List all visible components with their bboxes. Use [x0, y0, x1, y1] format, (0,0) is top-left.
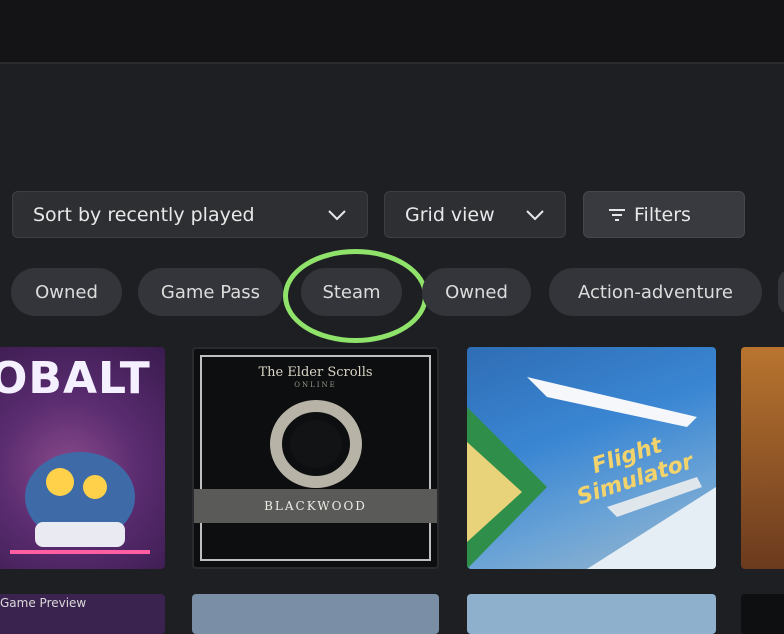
chip-game-pass[interactable]: Game Pass	[138, 268, 283, 316]
chip-label: Game Pass	[160, 281, 261, 303]
robot-artwork	[10, 452, 150, 554]
chevron-down-icon	[525, 204, 545, 226]
filters-button[interactable]: Filters	[583, 191, 745, 238]
chip-action-adventure[interactable]: Action-adventure	[549, 268, 762, 316]
divider	[0, 62, 784, 64]
chip-label: Owned	[445, 281, 508, 303]
game-banner: BLACKWOOD	[194, 489, 437, 523]
game-tile[interactable]	[192, 594, 439, 634]
game-title: The Elder Scrolls	[258, 365, 373, 380]
game-tile-elder-scrolls[interactable]: The Elder Scrolls ONLINE BLACKWOOD	[192, 347, 439, 569]
view-label: Grid view	[405, 203, 495, 226]
highlight-ring	[283, 249, 428, 343]
filters-label: Filters	[634, 203, 691, 226]
game-subtitle: ONLINE	[294, 381, 337, 389]
chip-label: Owned	[35, 281, 98, 303]
chip-owned-2[interactable]: Owned	[422, 268, 531, 316]
sort-label: Sort by recently played	[33, 203, 255, 226]
top-bar	[0, 0, 784, 62]
game-tile-partial[interactable]	[741, 347, 784, 569]
game-preview-label: Game Preview	[0, 596, 87, 610]
chip-label: Action-adventure	[577, 281, 733, 303]
game-tile-cobalt[interactable]: OBALT	[0, 347, 165, 569]
sort-dropdown[interactable]: Sort by recently played	[12, 191, 368, 238]
game-tile-flight-simulator[interactable]: Flight Simulator	[467, 347, 716, 569]
view-dropdown[interactable]: Grid view	[384, 191, 566, 238]
game-tile[interactable]	[741, 594, 784, 634]
emblem-icon	[270, 400, 362, 488]
filter-icon	[608, 208, 626, 222]
game-title: OBALT	[0, 353, 151, 404]
chip-owned[interactable]: Owned	[11, 268, 122, 316]
chip-partial[interactable]	[778, 268, 784, 316]
game-tile[interactable]	[467, 594, 716, 634]
chevron-down-icon	[327, 204, 347, 226]
